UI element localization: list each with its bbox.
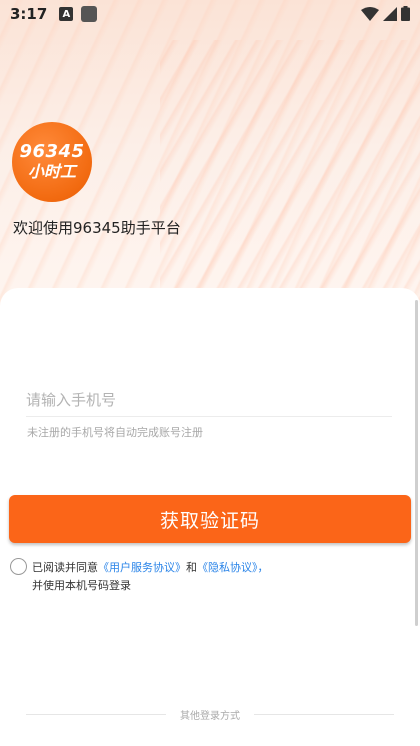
other-login-label[interactable]: 其他登录方式 [180,707,240,722]
status-bar: 3:17 A [0,0,420,28]
other-login: 其他登录方式 [0,706,420,722]
register-hint: 未注册的手机号将自动完成账号注册 [27,426,203,439]
agreement-line1: 已阅读并同意《用户服务协议》和《隐私协议》， [32,559,269,575]
privacy-policy-link[interactable]: 《隐私协议》 [197,561,258,574]
hero-streaks [160,40,420,300]
divider-right [254,713,394,715]
signal-icon [383,6,397,21]
wifi-icon [361,6,379,21]
status-right [361,6,410,21]
welcome-text: 欢迎使用96345助手平台 [13,219,181,237]
agreement-prefix: 已阅读并同意 [32,561,98,574]
user-agreement-link[interactable]: 《用户服务协议》 [98,561,186,574]
scrollbar[interactable] [415,300,418,626]
logo-number: 96345 [19,141,85,162]
a-icon: A [59,7,74,21]
battery-icon [401,6,410,21]
app-logo: 96345 小时工 [12,122,92,202]
square-icon [81,6,98,22]
phone-input[interactable] [26,383,392,417]
agree-checkbox[interactable] [10,558,27,575]
agreement-and: 和 [186,561,197,574]
agreement-suffix: ， [257,561,269,574]
logo-subtitle: 小时工 [27,162,76,181]
agreement-line2: 并使用本机号码登录 [32,579,131,592]
status-time: 3:17 [10,5,48,23]
divider-left [26,713,166,715]
get-code-button[interactable]: 获取验证码 [9,495,411,543]
